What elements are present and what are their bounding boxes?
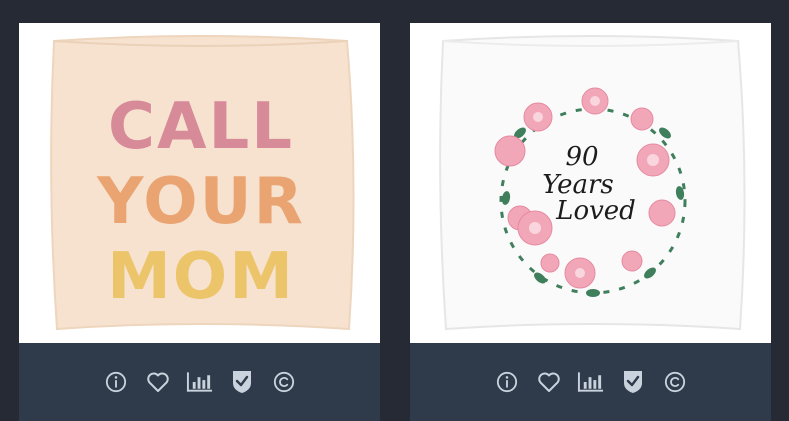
copyright-button[interactable] — [270, 369, 297, 396]
shield-check-icon — [232, 371, 251, 393]
copyright-icon — [273, 371, 294, 393]
pillow-text-line-3: MOM — [107, 240, 295, 314]
pillow-illustration: 90 Years Loved — [439, 35, 746, 331]
chart-icon — [577, 372, 604, 392]
trademark-check-button[interactable] — [619, 369, 646, 396]
shield-check-icon — [623, 371, 642, 393]
info-icon — [496, 371, 517, 393]
copyright-icon — [664, 371, 685, 393]
card-actions — [19, 366, 380, 398]
copyright-button[interactable] — [661, 369, 688, 396]
product-card: 90 Years Loved — [410, 23, 771, 421]
pillow-text-line-3: Loved — [555, 196, 636, 226]
product-image[interactable]: 90 Years Loved — [410, 23, 771, 343]
heart-icon — [146, 372, 169, 392]
pillow-text-line-2: YOUR — [96, 165, 305, 239]
info-button[interactable] — [102, 369, 129, 396]
info-button[interactable] — [493, 369, 520, 396]
pillow-text-line-1: CALL — [108, 90, 294, 164]
favorite-button[interactable] — [144, 369, 171, 396]
product-image[interactable]: CALL YOUR MOM — [19, 23, 380, 343]
stats-button[interactable] — [186, 369, 213, 396]
heart-icon — [537, 372, 560, 392]
trademark-check-button[interactable] — [228, 369, 255, 396]
favorite-button[interactable] — [535, 369, 562, 396]
info-icon — [105, 371, 126, 393]
card-actions — [410, 366, 771, 398]
product-card: CALL YOUR MOM — [19, 23, 380, 421]
stats-button[interactable] — [577, 369, 604, 396]
pillow-text-line-1: 90 — [565, 142, 598, 172]
pillow-illustration: CALL YOUR MOM — [50, 35, 355, 331]
chart-icon — [186, 372, 213, 392]
